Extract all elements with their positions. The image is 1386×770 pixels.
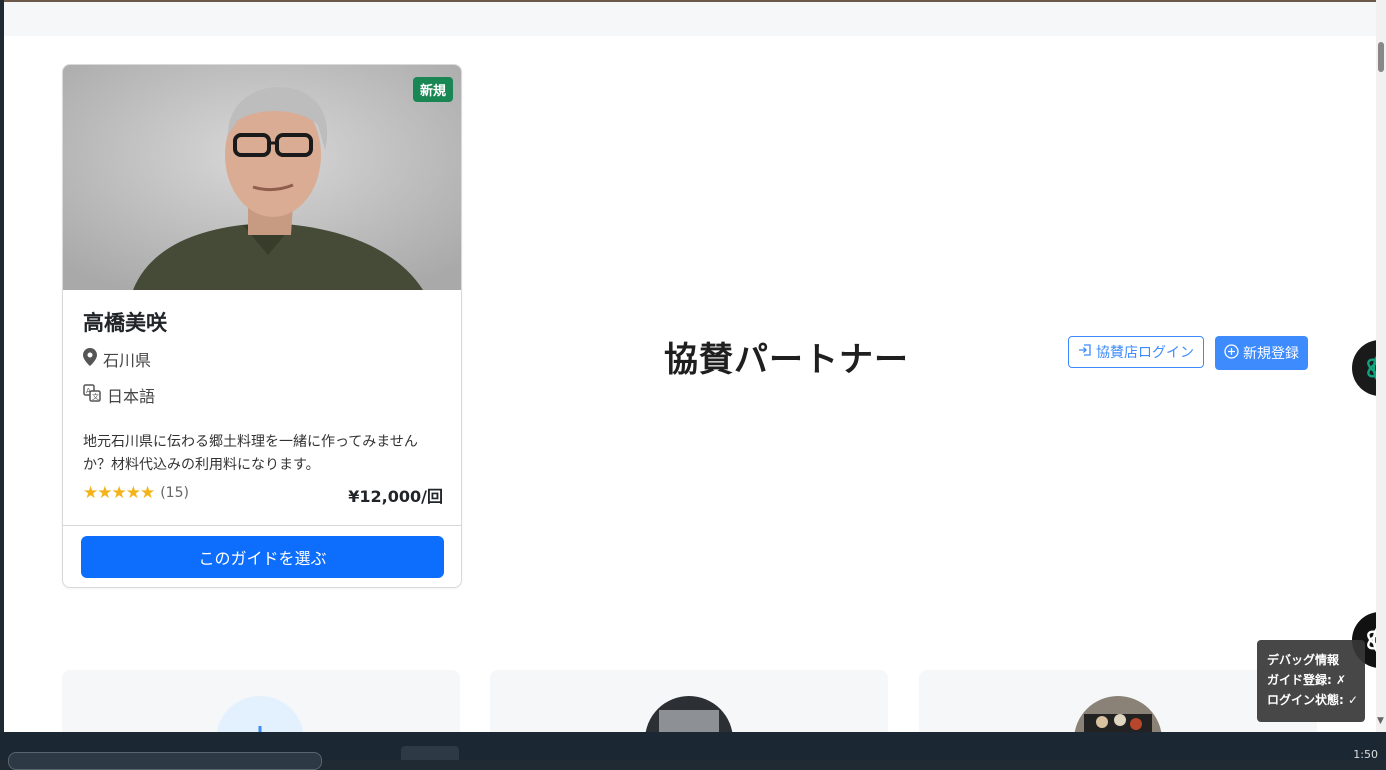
sponsor-card[interactable] [490, 670, 888, 732]
scrollbar-thumb[interactable] [1378, 42, 1384, 72]
scroll-down-arrow-icon[interactable]: ▼ [1377, 716, 1384, 726]
sponsor-register-button[interactable]: 新規登録 [1215, 336, 1308, 370]
debug-guide-registration: ガイド登録: ✗ [1267, 673, 1347, 687]
select-guide-button[interactable]: このガイドを選ぶ [81, 536, 444, 578]
login-icon [1078, 343, 1092, 361]
debug-login-state: ログイン状態: ✓ [1267, 693, 1359, 707]
sponsor-register-label: 新規登録 [1243, 346, 1299, 362]
plus-circle-icon [1224, 343, 1239, 363]
guide-portrait-image [63, 65, 461, 290]
location-pin-icon [83, 348, 97, 370]
translate-icon: A 文 [83, 384, 101, 406]
sponsor-avatar [216, 696, 304, 732]
sponsor-login-label: 協賛店ログイン [1096, 345, 1194, 361]
sponsor-card[interactable] [62, 670, 460, 732]
taskbar-clock: 1:50 [1353, 748, 1378, 761]
debug-title: デバッグ情報 [1267, 653, 1340, 667]
guide-photo: 新規 [63, 65, 461, 290]
card-divider [63, 525, 461, 526]
debug-panel: デバッグ情報 ガイド登録: ✗ ログイン状態: ✓ [1257, 640, 1365, 722]
sponsor-avatar [645, 696, 733, 732]
sponsor-section-title: 協賛パートナー [664, 340, 909, 380]
svg-text:文: 文 [92, 392, 99, 401]
guide-name: 高橋美咲 [83, 311, 167, 335]
language-text: 日本語 [107, 387, 156, 406]
guide-language: A 文 日本語 [83, 383, 155, 407]
guide-prefecture: 石川県 [83, 347, 151, 371]
review-count: (15) [160, 485, 189, 501]
prefecture-text: 石川県 [103, 351, 152, 370]
new-badge: 新規 [412, 77, 453, 102]
page-viewport: 新規 高橋美咲 石川県 A 文 日本語 地元石川県に伝わる郷土料理を一緒に作って… [4, 0, 1376, 732]
guide-card-body: 高橋美咲 石川県 A 文 日本語 地元石川県に伝わる郷土料理を一緒に作ってみませ… [83, 307, 443, 506]
sponsor-avatar [1074, 696, 1162, 732]
guide-card: 新規 高橋美咲 石川県 A 文 日本語 地元石川県に伝わる郷土料理を一緒に作って… [62, 64, 462, 588]
taskbar-app-button[interactable] [401, 746, 459, 760]
sponsor-login-button[interactable]: 協賛店ログイン [1068, 336, 1204, 368]
guide-price: ¥12,000/回 [348, 487, 443, 506]
top-strip [4, 0, 1376, 36]
guide-rating: ★★★★★ (15) [83, 483, 189, 503]
guide-description: 地元石川県に伝わる郷土料理を一緒に作ってみませんか？材料代込みの利用料になります… [83, 434, 418, 473]
taskbar-search-box[interactable] [8, 752, 322, 770]
page-scrollbar[interactable]: ▼ [1376, 0, 1386, 732]
rating-stars: ★★★★★ [83, 483, 155, 503]
